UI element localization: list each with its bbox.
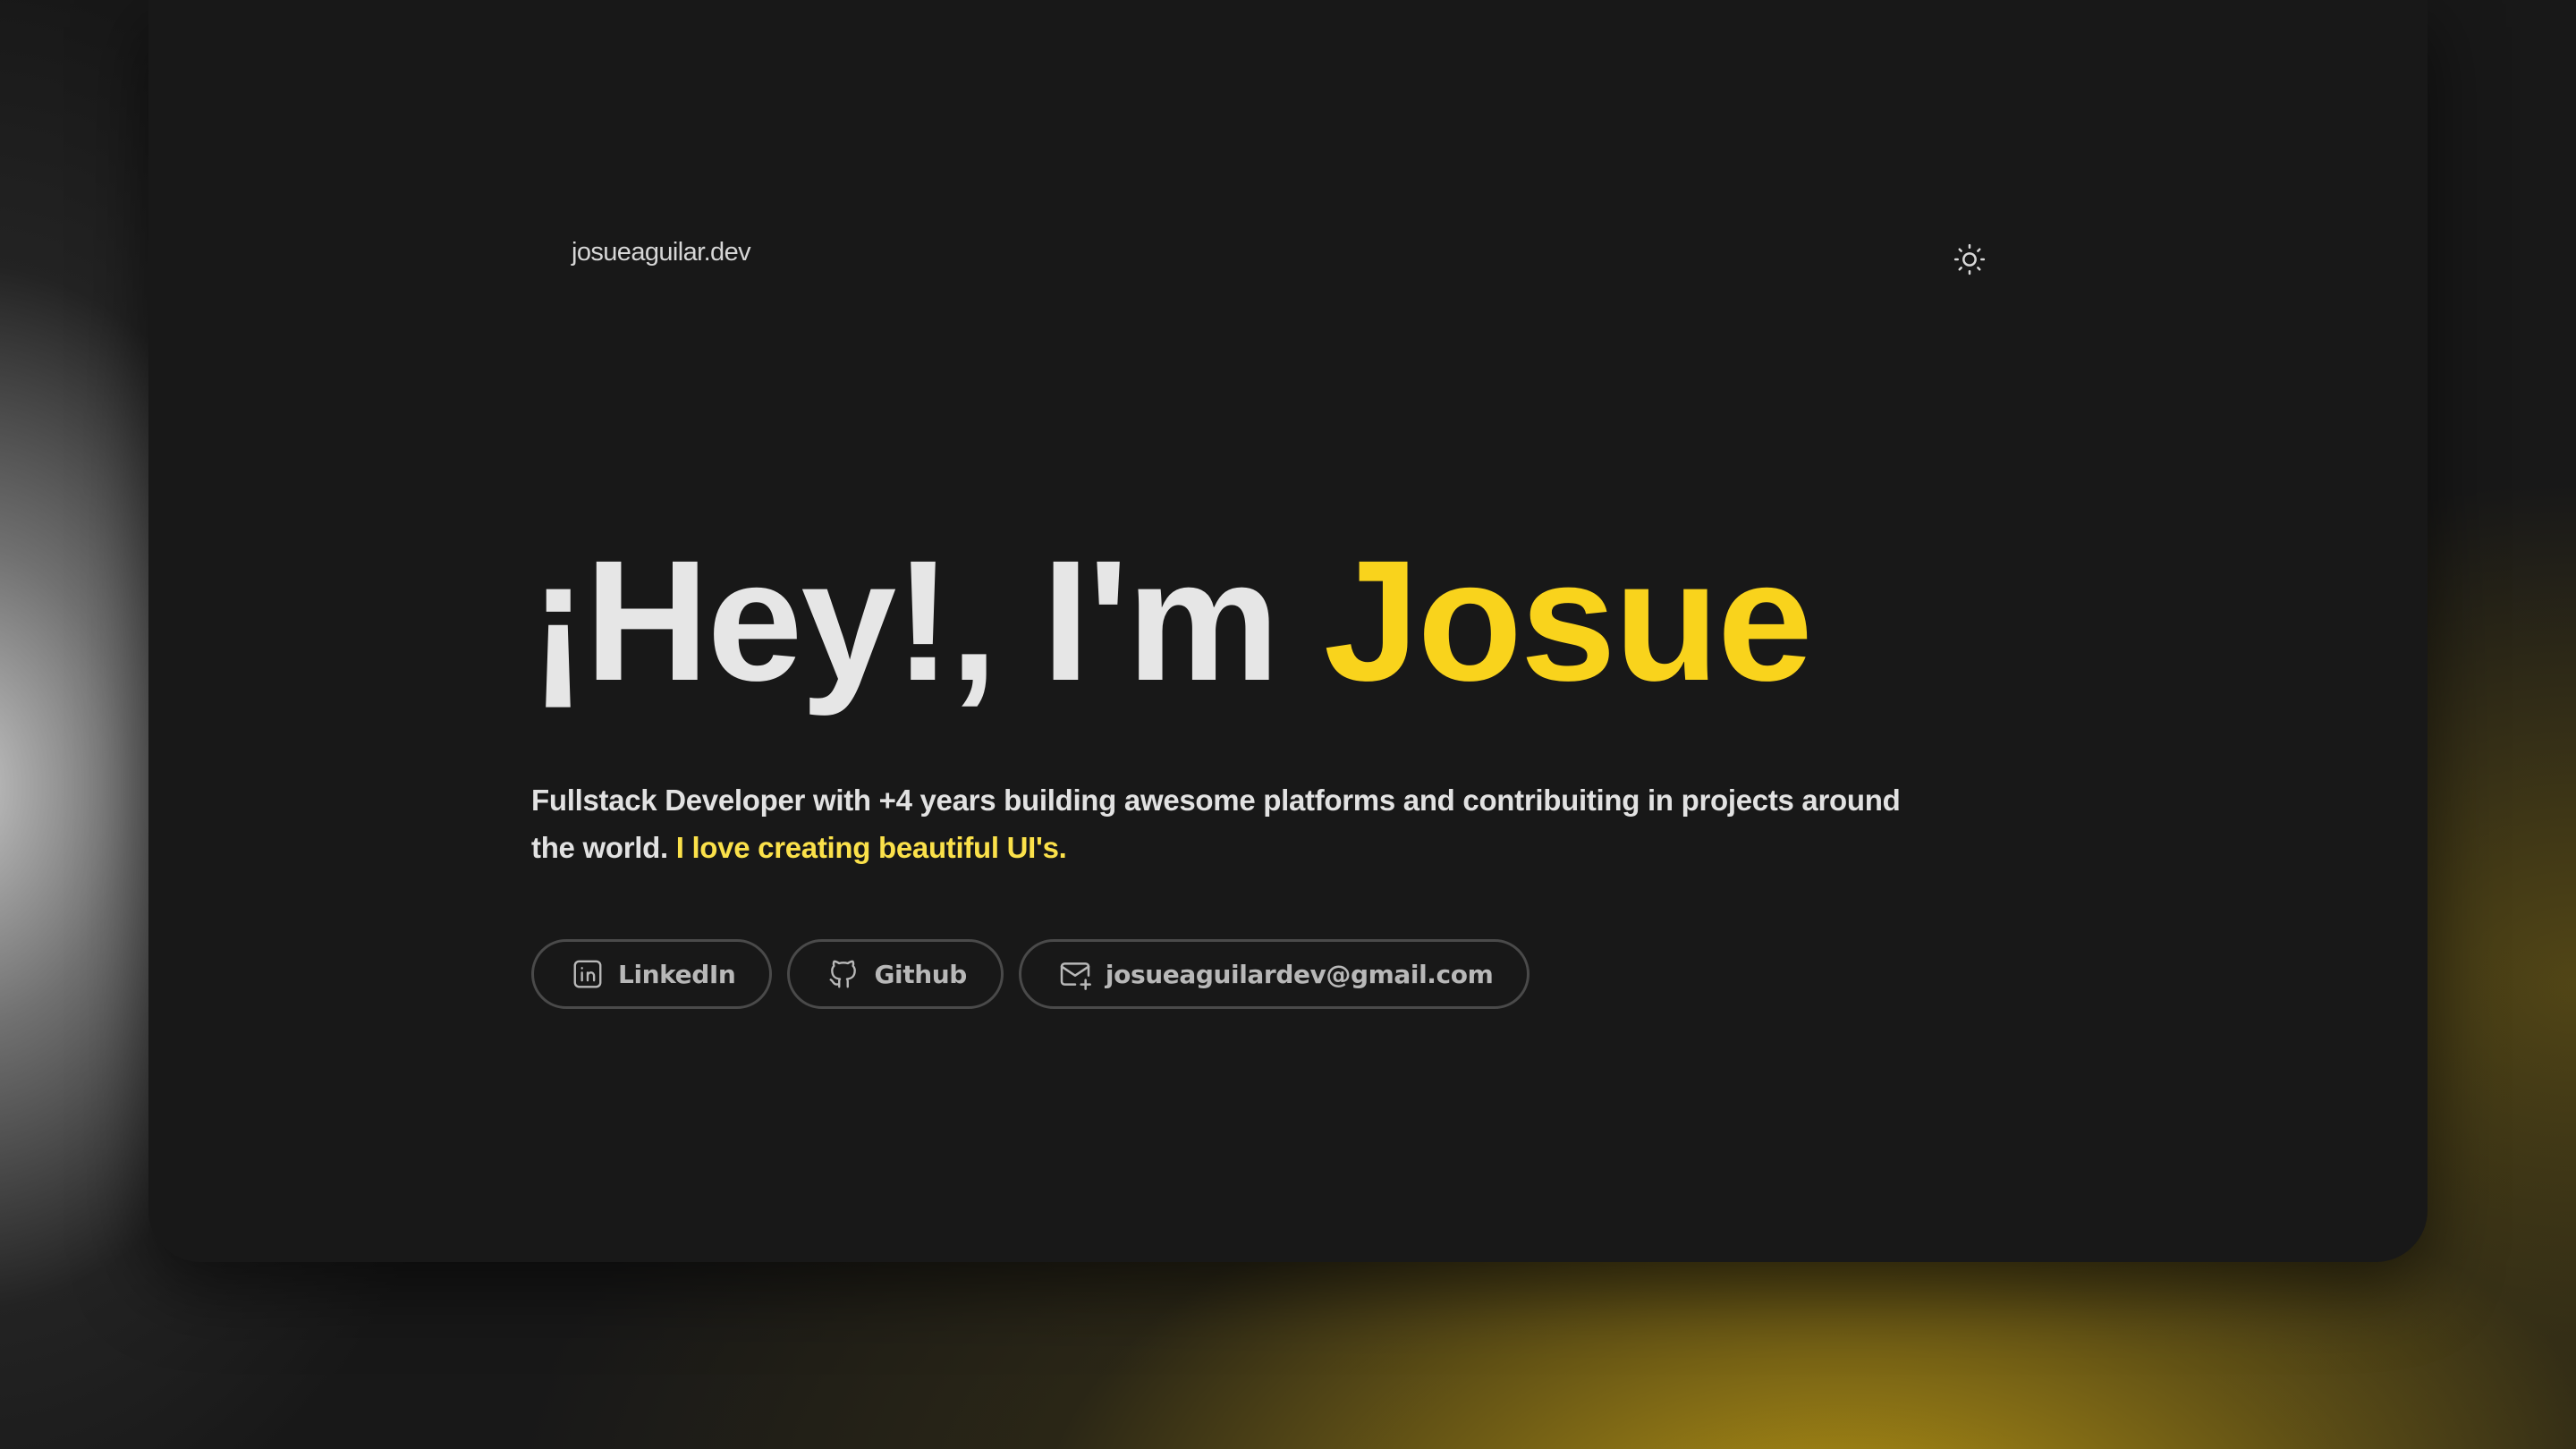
bio-highlight: I love creating beautiful UI's.	[675, 831, 1067, 864]
hero-name: Josue	[1323, 524, 1813, 716]
social-links: LinkedIn Github josueaguilardev@gmail.co…	[531, 939, 1530, 1009]
hero-greeting: ¡Hey!, I'm	[530, 524, 1324, 716]
linkedin-label: LinkedIn	[618, 959, 736, 989]
email-button[interactable]: josueaguilardev@gmail.com	[1018, 939, 1530, 1009]
mail-icon	[1057, 956, 1093, 992]
hero-bio: Fullstack Developer with +4 years buildi…	[531, 776, 1927, 871]
github-button[interactable]: Github	[787, 939, 1004, 1009]
linkedin-button[interactable]: LinkedIn	[531, 939, 773, 1009]
github-label: Github	[874, 959, 967, 989]
hero-heading: ¡Hey!, I'm Josue	[530, 535, 1813, 707]
linkedin-icon	[570, 956, 606, 992]
github-icon	[826, 956, 861, 992]
email-label: josueaguilardev@gmail.com	[1105, 959, 1494, 989]
theme-toggle-button[interactable]	[1948, 238, 1991, 281]
sun-icon	[1953, 243, 1986, 275]
site-logo-link[interactable]: josueaguilar.dev	[572, 238, 751, 267]
page-background: josueaguilar.dev ¡Hey!, I'm Josue Fullst…	[0, 0, 2576, 1449]
